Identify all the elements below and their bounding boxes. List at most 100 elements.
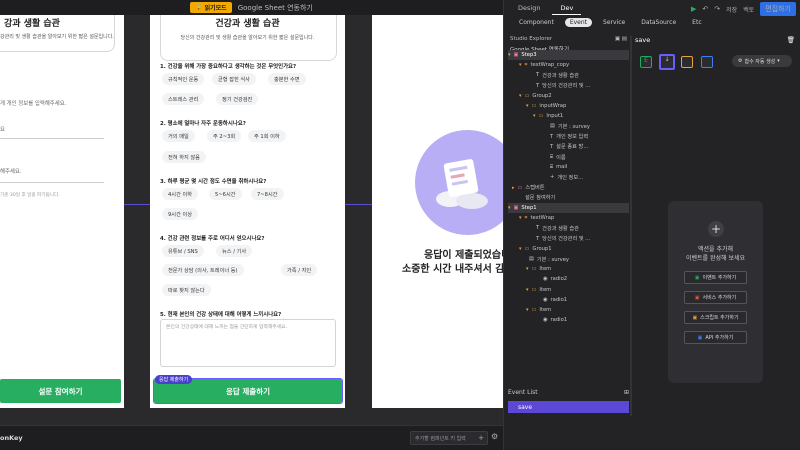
tree-node[interactable]: 설문 참여하기	[519, 193, 555, 203]
q1-option-1[interactable]: 규칙적인 운동	[162, 73, 205, 85]
canvas-area[interactable]: 강과 생활 습관 강관리 및 생활 습관을 알아보기 위한 짧은 설문입니다. …	[0, 15, 503, 425]
collapse-icons[interactable]: ▣ ▤	[615, 36, 627, 42]
q2-option-3[interactable]: 주 1회 이하	[248, 130, 286, 142]
q1-option-3[interactable]: 충분한 수면	[268, 73, 306, 85]
tree-node[interactable]: ▾ ▭ Item	[526, 305, 551, 315]
card1-field3[interactable]: 해주세요.	[0, 167, 104, 183]
q3-option-3[interactable]: 7~8시간	[251, 188, 284, 200]
chevron-icon[interactable]: ▾	[508, 205, 511, 211]
tree-node[interactable]: ▾ ▭ Group1	[519, 244, 552, 254]
undo-icon[interactable]: ↶	[702, 5, 708, 13]
service-letter-icon: ▣	[694, 294, 700, 301]
event-action-icon[interactable]: E	[640, 56, 652, 68]
add-event-button[interactable]: ▣ 이벤트 추가하기	[684, 271, 747, 284]
plus-icon: +	[550, 174, 555, 181]
function-autogen-dropdown[interactable]: ⚙ 함수 자동 생성 ▾	[732, 55, 792, 67]
chevron-icon[interactable]: ▾	[526, 103, 529, 109]
tree-node[interactable]: T 건강과 생활 습관	[533, 70, 579, 80]
chevron-icon[interactable]: ▾	[519, 62, 522, 68]
q4-option-5[interactable]: 따로 찾지 않는다	[162, 284, 211, 296]
q4-option-4[interactable]: 가족 / 지인	[281, 264, 318, 276]
survey-start-button[interactable]: 설문 참여하기	[0, 379, 121, 403]
tree-node[interactable]: ▤ 기본 : survey	[547, 121, 590, 131]
tree-node[interactable]: ◉ radio1	[540, 295, 567, 305]
question-4: 4. 건강 관련 정보를 주로 어디서 얻으시나요?	[160, 236, 265, 242]
api-action-icon[interactable]	[701, 56, 713, 68]
tree-node[interactable]: ▾ ▭ Input1	[533, 111, 563, 121]
step-card-2[interactable]: 건강과 생활 습관 당신의 건강관리 및 생활 습관을 알아보기 위한 짧은 설…	[150, 15, 345, 408]
gear-icon[interactable]: ⚙	[491, 432, 498, 441]
redo-icon[interactable]: ↷	[714, 5, 720, 13]
chevron-icon[interactable]: ▾	[519, 93, 522, 99]
tree-node[interactable]: T 개인 정보 입력	[547, 132, 588, 142]
q1-option-2[interactable]: 균형 잡힌 식사	[212, 73, 256, 85]
event-item-save[interactable]: save	[508, 401, 629, 413]
q3-option-2[interactable]: 5~6시간	[209, 188, 242, 200]
play-icon[interactable]: ▶	[691, 5, 696, 13]
add-event-icon[interactable]: ⊞	[624, 389, 629, 396]
q3-option-1[interactable]: 4시간 이하	[162, 188, 199, 200]
q1-option-4[interactable]: 스트레스 관리	[162, 93, 205, 105]
add-service-button[interactable]: ▣ 서비스 추가하기	[684, 291, 747, 304]
trash-icon[interactable]: 🗑	[787, 36, 795, 44]
q3-option-4[interactable]: 9시간 이상	[162, 208, 199, 220]
edit-button[interactable]: 편집하기	[760, 2, 796, 16]
tree-node[interactable]: ▾ ▣ Step3	[508, 50, 629, 60]
q2-option-2[interactable]: 주 2~3회	[207, 130, 242, 142]
q2-option-1[interactable]: 거의 매일	[162, 130, 195, 142]
tree-node[interactable]: ⌸ 이름	[547, 152, 566, 162]
tree-node[interactable]: ◉ radio1	[540, 315, 567, 325]
tab-design[interactable]: Design	[510, 2, 548, 14]
q4-option-1[interactable]: 유튜브 / SNS	[162, 245, 204, 257]
tree-node[interactable]: ▾ ▭ Group2	[519, 91, 552, 101]
tree-node[interactable]: T 당신의 건강관리 및 ...	[533, 81, 590, 91]
tree-node[interactable]: ▾ ▣ Step1	[508, 203, 629, 213]
chevron-icon[interactable]: ▾	[533, 113, 536, 119]
tree-node[interactable]: ▾ ▭ inputWrap	[526, 101, 566, 111]
add-api-button[interactable]: ▣ API 추가하기	[684, 331, 747, 344]
back-button[interactable]: 백토	[743, 5, 754, 14]
chevron-icon[interactable]: ▾	[526, 266, 529, 272]
chevron-icon[interactable]: ▾	[508, 52, 511, 58]
subtab-etc[interactable]: Etc	[687, 18, 706, 27]
q4-option-3[interactable]: 전문가 상담 (의사, 트레이너 등)	[162, 264, 244, 276]
image-action-icon[interactable]	[681, 56, 693, 68]
tree-node[interactable]: ▾ ⌗ textWrap_copy	[519, 60, 569, 70]
tree-node[interactable]: ▾ ⌗ textWrap	[519, 213, 554, 223]
tree-node[interactable]: + 개인 정보...	[547, 172, 583, 182]
subtab-service[interactable]: Service	[598, 18, 630, 27]
tree-node[interactable]: T 설문 종료 방...	[547, 142, 588, 152]
subtab-datasource[interactable]: DataSource	[636, 18, 681, 27]
component-key-input[interactable]: 추가할 컴퍼넌트 키 입력 +	[410, 431, 488, 445]
subtab-component[interactable]: Component	[514, 18, 559, 27]
add-icon[interactable]: +	[478, 434, 484, 442]
tree-node[interactable]: ◉ radio2	[540, 274, 567, 284]
tree-node[interactable]: ▾ ▭ Item	[526, 285, 551, 295]
q4-option-2[interactable]: 뉴스 / 기사	[216, 245, 253, 257]
chevron-icon[interactable]: ▾	[519, 246, 522, 252]
chevron-icon[interactable]: ▾	[519, 215, 522, 221]
q5-textarea[interactable]: 본인의 건강상태에 대해 느끼는 점을 간단하게 입력해주세요.	[160, 319, 336, 367]
q1-option-5[interactable]: 정기 건강검진	[216, 93, 259, 105]
tab-dev[interactable]: Dev	[552, 2, 582, 15]
panel-splitter[interactable]	[630, 36, 632, 416]
chevron-icon[interactable]: ▸	[512, 185, 515, 191]
subtab-event[interactable]: Event	[564, 18, 593, 27]
chevron-icon[interactable]: ▾	[526, 307, 529, 313]
tree-node[interactable]: ⌸ mail	[547, 162, 567, 172]
read-mode-badge[interactable]: 🔒 읽기모드	[190, 2, 232, 13]
tree-node[interactable]: T 당신의 건강관리 및 ...	[533, 234, 590, 244]
step-card-1[interactable]: 강과 생활 습관 강관리 및 생활 습관을 알아보기 위한 짧은 설문입니다. …	[0, 15, 124, 408]
save-button[interactable]: 저장	[726, 5, 737, 14]
tree-node[interactable]: ▸ ▭ 스텝버튼	[512, 183, 545, 193]
tree-node[interactable]: ▤ 기본 : survey	[526, 254, 569, 264]
script-action-icon[interactable]: ↓	[659, 54, 675, 70]
add-script-button[interactable]: ▣ 스크립트 추가하기	[684, 311, 747, 324]
tree-node[interactable]: ▾ ▭ Item	[526, 264, 551, 274]
step-card-3[interactable]: 응답이 제출되었습니 소중한 시간 내주셔서 감	[372, 15, 503, 408]
q2-option-4[interactable]: 전혀 하지 않음	[162, 151, 206, 163]
add-action-icon[interactable]: +	[708, 221, 724, 237]
card1-field2[interactable]: 요	[0, 125, 104, 139]
tree-node[interactable]: T 건강과 생활 습관	[533, 223, 579, 233]
chevron-icon[interactable]: ▾	[526, 287, 529, 293]
